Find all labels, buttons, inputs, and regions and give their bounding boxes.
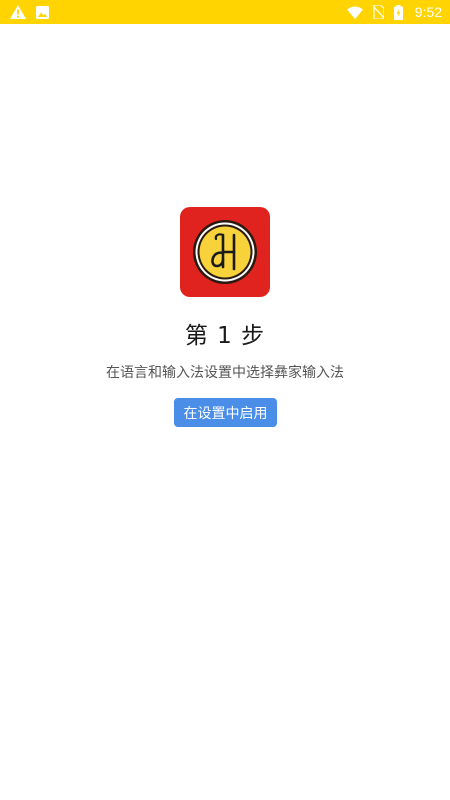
battery-icon bbox=[393, 4, 403, 20]
main-content: 第 1 步 在语言和输入法设置中选择彝家输入法 在设置中启用 bbox=[0, 24, 450, 800]
step-title: 第 1 步 bbox=[184, 323, 266, 349]
no-sim-icon bbox=[372, 5, 384, 19]
enable-in-settings-button[interactable]: 在设置中启用 bbox=[174, 398, 277, 427]
warning-icon bbox=[10, 5, 26, 19]
wifi-icon bbox=[346, 6, 363, 19]
image-icon bbox=[36, 5, 49, 19]
step-description: 在语言和输入法设置中选择彝家输入法 bbox=[106, 365, 344, 381]
status-time: 9:52 bbox=[414, 4, 442, 20]
status-bar-left bbox=[10, 5, 49, 19]
status-bar-right: 9:52 bbox=[346, 4, 442, 20]
status-bar: 9:52 bbox=[0, 0, 450, 24]
yi-input-logo-icon bbox=[180, 207, 270, 297]
